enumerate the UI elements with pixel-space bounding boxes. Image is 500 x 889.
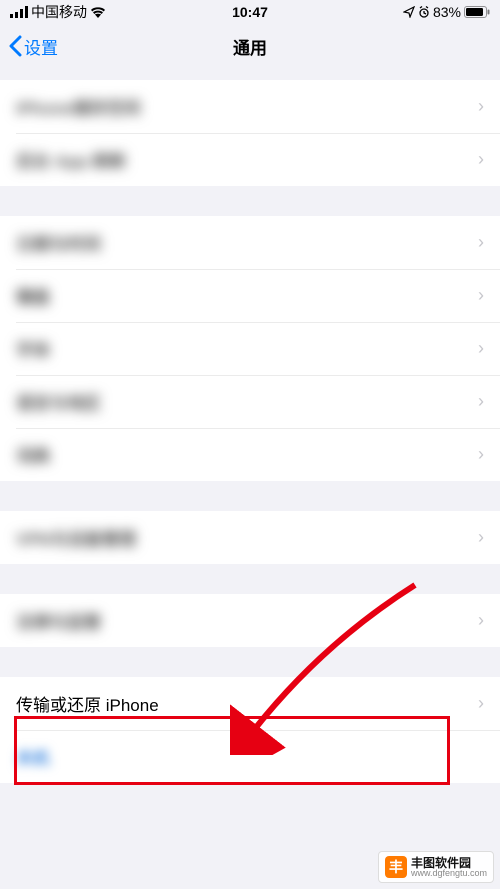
status-right: 83% (403, 4, 490, 20)
chevron-right-icon: › (478, 338, 484, 359)
settings-group: 日期与时间 › 键盘 › 字体 › 语言与地区 › 词典 › (0, 216, 500, 481)
settings-row[interactable]: 键盘 › (0, 269, 500, 322)
settings-row[interactable]: 日期与时间 › (0, 216, 500, 269)
navigation-bar: 设置 通用 (0, 24, 500, 68)
wifi-icon (90, 6, 106, 18)
row-label-blurred: 键盘 (16, 283, 50, 308)
settings-row[interactable]: 字体 › (0, 322, 500, 375)
row-label-blurred: 语言与地区 (16, 389, 101, 414)
chevron-right-icon: › (478, 96, 484, 117)
settings-group: iPhone储存空间 › 后台 App 刷新 › (0, 80, 500, 186)
chevron-right-icon: › (478, 285, 484, 306)
cellular-signal-icon (10, 6, 28, 18)
carrier-label: 中国移动 (31, 2, 87, 22)
status-left: 中国移动 (10, 2, 106, 22)
location-icon (403, 6, 415, 18)
row-label-blurred: VPN与设备管理 (16, 525, 136, 550)
settings-group: VPN与设备管理 › (0, 511, 500, 564)
row-label-blurred: 后台 App 刷新 (16, 147, 127, 172)
chevron-right-icon: › (478, 444, 484, 465)
chevron-left-icon (8, 35, 22, 57)
settings-row[interactable]: 关机 (0, 730, 500, 783)
settings-row[interactable]: VPN与设备管理 › (0, 511, 500, 564)
row-label-blurred: 词典 (16, 442, 50, 467)
battery-percent: 83% (433, 4, 461, 20)
settings-row[interactable]: 语言与地区 › (0, 375, 500, 428)
row-label-blurred: iPhone储存空间 (16, 94, 141, 119)
watermark: 丰 丰图软件园 www.dgfengtu.com (378, 851, 494, 883)
chevron-right-icon: › (478, 232, 484, 253)
row-label-blurred: 法律与监管 (16, 608, 101, 633)
settings-group: 法律与监管 › (0, 594, 500, 647)
chevron-right-icon: › (478, 149, 484, 170)
back-label: 设置 (24, 34, 58, 59)
battery-icon (464, 6, 490, 18)
chevron-right-icon: › (478, 693, 484, 714)
row-label-blurred: 日期与时间 (16, 230, 101, 255)
alarm-icon (418, 6, 430, 18)
transfer-or-reset-row[interactable]: 传输或还原 iPhone › (0, 677, 500, 730)
chevron-right-icon: › (478, 391, 484, 412)
chevron-right-icon: › (478, 610, 484, 631)
nav-title: 通用 (233, 34, 267, 59)
chevron-right-icon: › (478, 527, 484, 548)
settings-row[interactable]: iPhone储存空间 › (0, 80, 500, 133)
settings-group: 传输或还原 iPhone › 关机 (0, 677, 500, 783)
settings-row[interactable]: 法律与监管 › (0, 594, 500, 647)
watermark-name: 丰图软件园 (411, 857, 487, 869)
row-label-blurred: 字体 (16, 336, 50, 361)
settings-row[interactable]: 词典 › (0, 428, 500, 481)
watermark-text: 丰图软件园 www.dgfengtu.com (411, 857, 487, 878)
back-button[interactable]: 设置 (8, 34, 58, 59)
settings-row[interactable]: 后台 App 刷新 › (0, 133, 500, 186)
settings-content: iPhone储存空间 › 后台 App 刷新 › 日期与时间 › 键盘 › 字体… (0, 80, 500, 783)
watermark-url: www.dgfengtu.com (411, 869, 487, 878)
watermark-logo-icon: 丰 (385, 856, 407, 878)
status-time: 10:47 (232, 4, 268, 20)
status-bar: 中国移动 10:47 83% (0, 0, 500, 24)
transfer-or-reset-label: 传输或还原 iPhone (16, 691, 159, 716)
row-label-blurred: 关机 (16, 744, 50, 769)
